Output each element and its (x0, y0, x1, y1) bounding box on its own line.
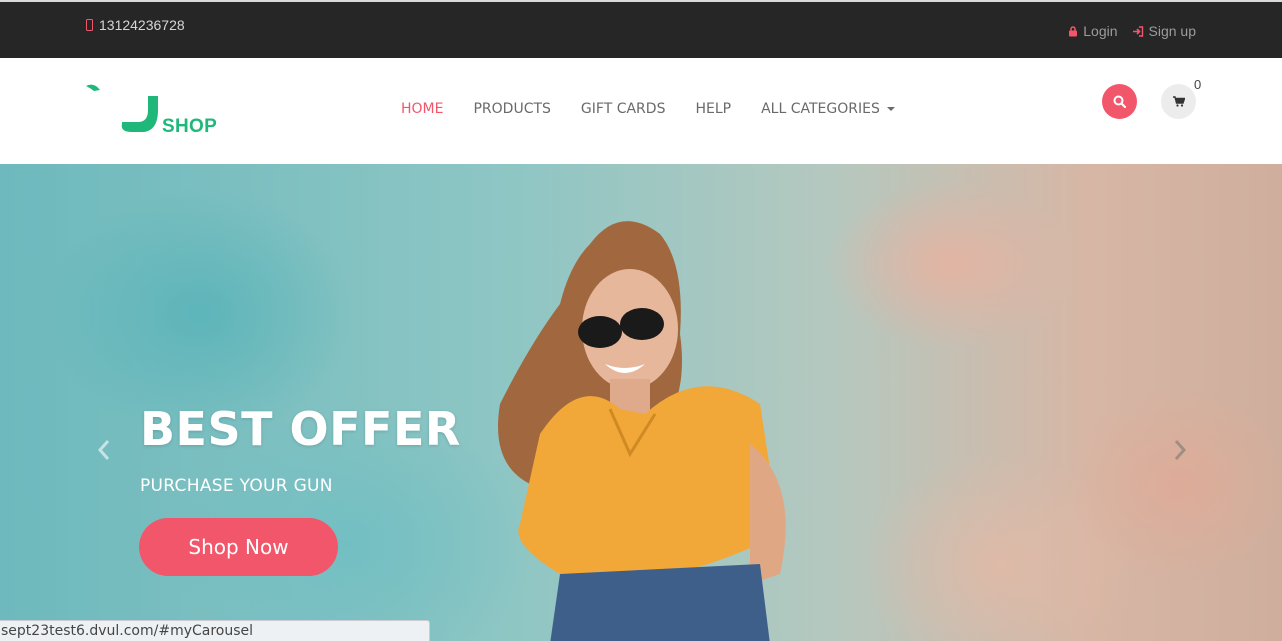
main-header: SHOP HOME PRODUCTS GIFT CARDS HELP ALL C… (0, 58, 1282, 164)
caret-down-icon (886, 107, 895, 111)
cart-icon (1172, 96, 1185, 107)
lock-icon (1069, 25, 1078, 36)
main-nav: HOME PRODUCTS GIFT CARDS HELP ALL CATEGO… (401, 101, 895, 117)
search-icon (1113, 95, 1126, 108)
contact-phone: 13124236728 (86, 17, 185, 33)
login-link[interactable]: Login (1068, 23, 1118, 39)
cart-count-badge: 0 (1194, 77, 1202, 92)
chevron-right-icon (1174, 440, 1187, 460)
phone-icon (86, 19, 93, 31)
carousel-prev-button[interactable] (94, 438, 114, 462)
hero-subtitle: PURCHASE YOUR GUN (140, 476, 333, 496)
browser-status-url: sept23test6.dvul.com/#myCarousel (0, 620, 430, 641)
nav-all-categories[interactable]: ALL CATEGORIES (761, 101, 895, 117)
search-button[interactable] (1102, 84, 1137, 119)
auth-links: Login Sign up (1068, 23, 1196, 39)
nav-gift-cards[interactable]: GIFT CARDS (581, 101, 666, 117)
hero-model-image (498, 221, 786, 641)
cart-button[interactable] (1161, 84, 1196, 119)
hero-title: BEST OFFER (140, 402, 461, 456)
phone-number: 13124236728 (99, 17, 185, 33)
shop-now-button[interactable]: Shop Now (139, 518, 338, 576)
nav-home[interactable]: HOME (401, 101, 443, 117)
logo-text: SHOP (162, 116, 218, 137)
carousel-next-button[interactable] (1170, 438, 1190, 462)
hero-carousel: BEST OFFER PURCHASE YOUR GUN Shop Now (0, 164, 1282, 641)
chevron-left-icon (97, 440, 110, 460)
login-label: Login (1083, 23, 1118, 39)
top-bar: 13124236728 Login Sign up (0, 0, 1282, 58)
signup-link[interactable]: Sign up (1132, 23, 1196, 39)
nav-products[interactable]: PRODUCTS (473, 101, 550, 117)
nav-all-categories-label: ALL CATEGORIES (761, 101, 880, 117)
nav-help[interactable]: HELP (695, 101, 731, 117)
signup-label: Sign up (1148, 23, 1196, 39)
sign-in-icon (1132, 25, 1143, 37)
